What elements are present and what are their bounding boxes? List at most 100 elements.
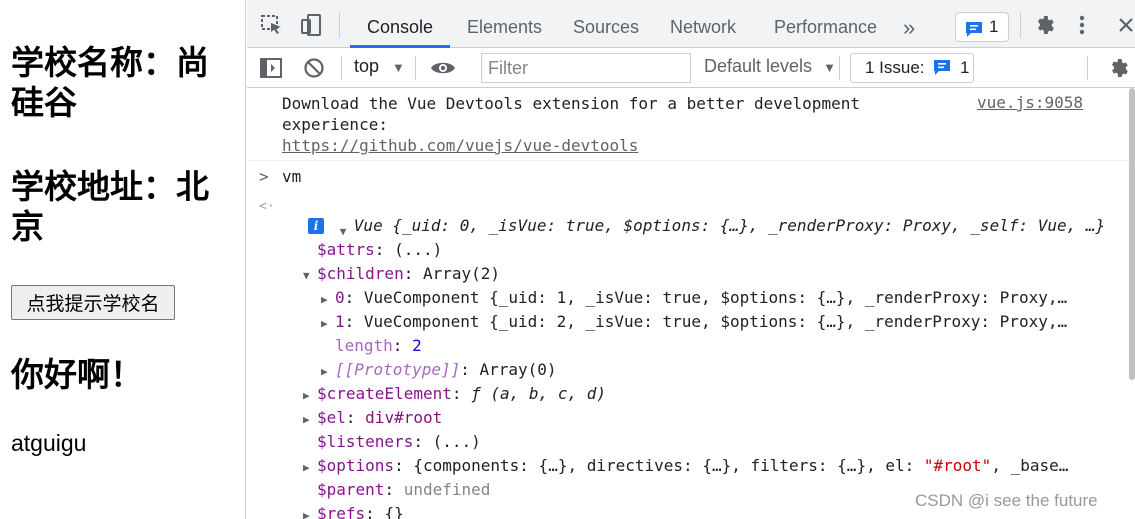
devtools-panel: Console Elements Sources Network Perform… (247, 0, 1135, 519)
property-key: $options (317, 456, 395, 475)
eye-icon[interactable] (430, 57, 456, 79)
tree-row-create-element[interactable]: ▶ $createElement: ƒ (a, b, c, d) (303, 384, 606, 406)
collapse-triangle-icon[interactable]: ▶ (303, 410, 317, 430)
tree-row-refs[interactable]: ▶ $refs: {} (303, 504, 404, 519)
tab-network[interactable]: Network (670, 7, 736, 48)
tree-row-el[interactable]: ▶ $el: div#root (303, 408, 442, 430)
property-key: 1 (335, 312, 345, 331)
tree-row-child-0[interactable]: ▶ 0: VueComponent {_uid: 1, _isVue: true,… (321, 288, 1067, 310)
property-key: $attrs (317, 240, 375, 259)
tab-console[interactable]: Console (350, 7, 450, 48)
message-icon (965, 19, 983, 47)
result-arrow-icon: <· (259, 199, 275, 214)
messages-badge[interactable]: 1 (955, 12, 1009, 42)
property-key: [[Prototype]] (335, 360, 461, 379)
show-school-name-button[interactable]: 点我提示学校名 (11, 285, 175, 320)
tab-performance[interactable]: Performance (774, 7, 877, 48)
property-value: {components: {…}, directives: {…}, filte… (413, 456, 924, 475)
log-levels-label: Default levels (704, 56, 813, 76)
property-key: $refs (317, 504, 366, 519)
collapse-triangle-icon[interactable]: ▶ (303, 506, 317, 519)
property-key: 0 (335, 288, 345, 307)
property-key: $children (317, 264, 404, 283)
tabbar-divider (1020, 12, 1021, 38)
info-icon[interactable]: i (308, 218, 324, 234)
csdn-watermark: CSDN @i see the future (915, 491, 1098, 510)
property-value: 2 (412, 336, 422, 355)
collapse-triangle-icon[interactable]: ▶ (321, 290, 335, 310)
close-icon[interactable] (1117, 14, 1135, 36)
console-message: Download the Vue Devtools extension for … (247, 88, 1131, 161)
toolbar-divider (415, 56, 416, 80)
collapse-triangle-icon[interactable]: ▶ (303, 386, 317, 406)
message-source-link[interactable]: vue.js:9058 (977, 93, 1083, 112)
tree-row-prototype[interactable]: ▶ [[Prototype]]: Array(0) (321, 360, 557, 382)
property-value: VueComponent {_uid: 2, _isVue: true, $op… (363, 312, 1068, 331)
expand-triangle-icon[interactable]: ▼ (303, 266, 317, 286)
context-select[interactable]: top ▼ (354, 56, 405, 77)
more-options-icon[interactable] (1077, 14, 1087, 36)
console-settings-gear-icon[interactable] (1107, 57, 1135, 79)
property-key: $parent (317, 480, 385, 499)
tab-sources[interactable]: Sources (573, 7, 639, 48)
property-key: $el (317, 408, 346, 427)
filter-input[interactable] (481, 53, 691, 83)
input-prompt-icon: > (259, 167, 269, 186)
greeting-heading: 你好啊！ (11, 355, 143, 394)
result-class-name: Vue (353, 216, 393, 235)
log-levels-dropdown[interactable]: Default levels ▼ (704, 56, 836, 77)
console-toolbar: top ▼ Default levels ▼ 1 Issue: 1 (247, 48, 1135, 88)
issues-count: 1 (960, 58, 970, 77)
property-value: ƒ (a, b, c, d) (471, 384, 606, 403)
clear-console-icon[interactable] (303, 57, 327, 79)
tree-row-listeners[interactable]: $listeners: (...) (317, 432, 481, 452)
gear-icon[interactable] (1033, 14, 1057, 36)
dropdown-arrow-icon: ▼ (823, 60, 836, 75)
console-scrollbar[interactable] (1129, 88, 1135, 380)
toolbar-divider (839, 56, 840, 80)
devtools-link[interactable]: https://github.com/vuejs/vue-devtools (282, 136, 638, 155)
message-icon (933, 57, 951, 85)
property-value: (...) (394, 240, 443, 259)
tab-elements[interactable]: Elements (467, 7, 542, 48)
more-tabs-icon[interactable]: » (903, 7, 915, 48)
context-value: top (354, 56, 380, 76)
school-address-heading: 学校地址：北京 (11, 167, 209, 246)
property-value: undefined (403, 480, 491, 499)
device-toolbar-icon[interactable] (299, 14, 323, 36)
property-value: {} (384, 504, 404, 519)
issues-button[interactable]: 1 Issue: 1 (850, 53, 974, 83)
toolbar-divider (1087, 56, 1088, 80)
property-value-string: "#root" (923, 456, 992, 475)
collapse-triangle-icon[interactable]: ▶ (321, 362, 335, 382)
issues-label: 1 Issue: (865, 58, 925, 77)
dropdown-arrow-icon: ▼ (392, 60, 405, 75)
property-key: length (335, 336, 393, 355)
collapse-triangle-icon[interactable]: ▶ (303, 458, 317, 478)
tree-row-parent: $parent: undefined (317, 480, 491, 499)
app-page: 学校名称：尚硅谷 学校地址：北京 点我提示学校名 你好啊！ atguigu (0, 0, 246, 519)
messages-count: 1 (989, 17, 999, 36)
property-value: div#root (365, 408, 443, 427)
tabbar-divider (339, 12, 340, 38)
tree-row-child-1[interactable]: ▶ 1: VueComponent {_uid: 2, _isVue: true,… (321, 312, 1067, 334)
property-value: Array(0) (479, 360, 557, 379)
sidebar-toggle-icon[interactable] (259, 57, 283, 79)
console-output: Download the Vue Devtools extension for … (247, 88, 1131, 519)
console-input-command: vm (282, 167, 302, 186)
inspect-element-icon[interactable] (260, 14, 284, 36)
student-name-text: atguigu (11, 430, 87, 456)
property-value: VueComponent {_uid: 1, _isVue: true, $op… (363, 288, 1068, 307)
tree-row-options[interactable]: ▶ $options: {components: {…}, directives:… (303, 456, 1068, 478)
tree-row-children[interactable]: ▼ $children: Array(2) (303, 264, 500, 286)
school-name-heading: 学校名称：尚硅谷 (11, 43, 209, 122)
tree-row-length: length: 2 (335, 336, 422, 355)
property-key: $listeners (317, 432, 414, 451)
property-key: $createElement (317, 384, 452, 403)
devtools-message: Download the Vue Devtools extension for … (282, 94, 860, 134)
expand-triangle-icon[interactable]: ▼ (340, 222, 354, 242)
tree-row-attrs[interactable]: $attrs: (...) (317, 240, 442, 260)
toolbar-divider (341, 56, 342, 80)
property-value: Array(2) (422, 264, 501, 283)
collapse-triangle-icon[interactable]: ▶ (321, 314, 335, 334)
